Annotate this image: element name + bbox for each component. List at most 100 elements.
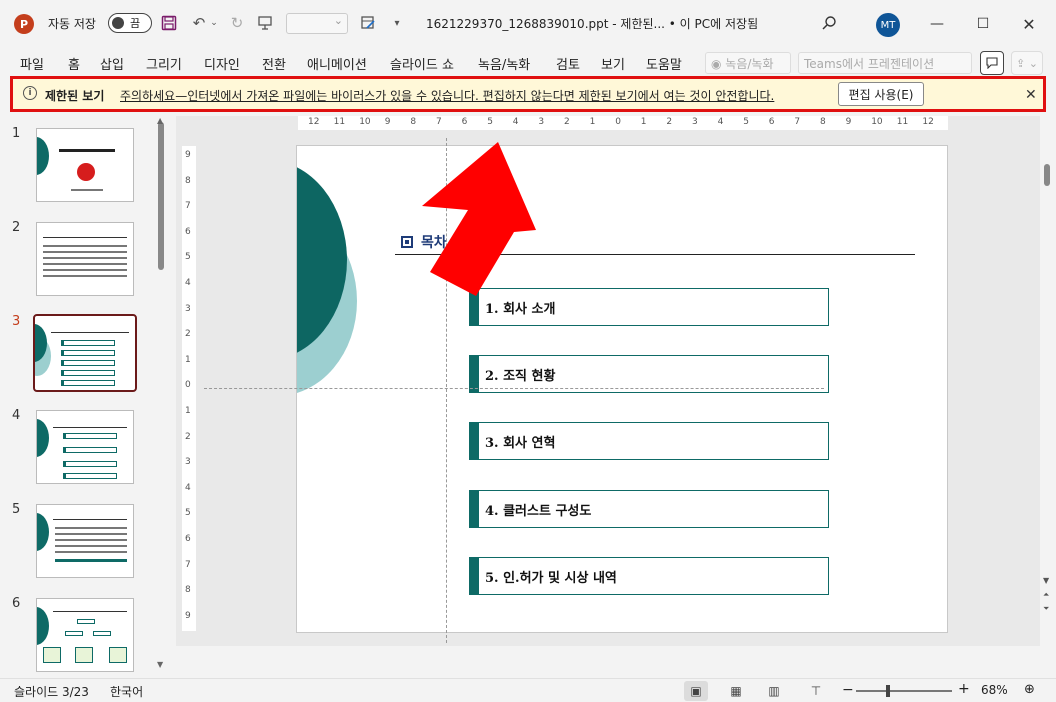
ruler-label: 9 [384,117,391,127]
thumb-text [43,251,127,253]
ruler-label: 12 [308,117,320,127]
minimize-icon[interactable]: — [922,10,952,38]
toc-item[interactable]: 4. 클러스트 구성도 [469,490,829,528]
thumb-text [55,559,127,562]
draw-table-icon[interactable] [357,12,379,34]
maximize-icon[interactable]: ☐ [968,10,998,38]
slide-thumbnail-1[interactable] [36,128,134,202]
thumb-box [61,350,115,356]
thumb-number: 5 [12,502,21,517]
customize-toolbar-icon[interactable]: ▾ [386,12,408,34]
scroll-down-icon[interactable]: ▼ [157,660,163,669]
toc-item[interactable]: 1. 회사 소개 [469,288,829,326]
slide-sorter-icon[interactable]: ▦ [724,681,748,701]
zoom-out-icon[interactable]: − [842,682,854,698]
horizontal-guide [204,388,824,389]
comment-icon[interactable] [980,51,1004,75]
present-in-teams-button[interactable]: Teams에서 프레젠테이션 [798,52,972,74]
protected-view-message[interactable]: 주의하세요—인터넷에서 가져온 파일에는 바이러스가 있을 수 있습니다. 편집… [120,87,774,104]
slide-thumbnail-pane: 1 2 3 4 5 6 ▲ ▼ [0,116,172,678]
document-title: 1621229370_1268839010.ppt - 제한된... • 이 P… [426,17,759,31]
save-icon[interactable] [158,12,180,34]
slide-counter: 슬라이드 3/23 [14,685,89,699]
scrollbar-thumb[interactable] [1044,164,1050,186]
thumb-box [63,433,117,439]
ruler-label: 7 [436,117,442,127]
tab-slideshow[interactable]: 슬라이드 쇼 [390,54,454,73]
ruler-label: 1 [185,354,191,365]
tab-review[interactable]: 검토 [556,54,580,73]
font-size-box[interactable] [286,13,348,34]
ruler-label: 5 [487,117,493,127]
thumb-text [43,257,127,259]
vertical-scrollbar[interactable]: ▼ ⏶ ⏷ [1040,116,1056,646]
slide-thumbnail-4[interactable] [36,410,134,484]
thumb-box [61,380,115,386]
thumb-box [75,647,93,663]
share-icon[interactable]: ⇪ ⌄ [1011,51,1043,75]
ruler-label: 6 [185,226,191,237]
scroll-down-icon[interactable]: ▼ [1043,576,1049,585]
close-window-icon[interactable]: ✕ [1014,10,1044,38]
tab-draw[interactable]: 그리기 [146,54,182,73]
language-indicator[interactable]: 한국어 [110,683,143,700]
zoom-level[interactable]: 68% [981,683,1008,697]
tab-design[interactable]: 디자인 [204,54,240,73]
thumb-text [43,263,127,265]
autosave-toggle[interactable]: 끔 [108,13,152,33]
ruler-label: 6 [768,117,775,127]
ruler-label: 5 [743,117,749,127]
toc-item[interactable]: 5. 인.허가 및 시상 내역 [469,557,829,595]
ruler-label: 8 [185,585,191,596]
slide-thumbnail-5[interactable] [36,504,134,578]
normal-view-icon[interactable]: ▣ [684,681,708,701]
tab-transitions[interactable]: 전환 [262,54,286,73]
zoom-slider-knob[interactable] [886,685,890,697]
shield-info-icon: i [23,86,37,100]
thumb-text [55,527,127,529]
slideshow-icon[interactable]: ⊤ [804,681,828,701]
reading-view-icon[interactable]: ▥ [762,681,786,701]
previous-slide-icon[interactable]: ⏶ [1043,590,1049,600]
slide-thumbnail-2[interactable] [36,222,134,296]
tab-home[interactable]: 홈 [68,54,80,73]
search-icon[interactable] [818,12,840,34]
slide-canvas[interactable]: 목차 1. 회사 소개 2. 조직 현황 3. 회사 연혁 4. 클러스트 구성… [296,145,948,633]
thumb-box [63,461,117,467]
thumb-box [43,647,61,663]
zoom-in-icon[interactable]: + [958,681,970,697]
thumb-box [61,360,115,366]
ruler-label: 3 [185,457,191,468]
zoom-slider[interactable] [856,690,952,692]
ruler-label: 4 [185,482,191,493]
tab-animations[interactable]: 애니메이션 [307,54,367,73]
enable-editing-button[interactable]: 편집 사용(E) [838,82,924,106]
slide-thumbnail-3[interactable] [33,314,137,392]
autosave-label: 자동 저장 [48,17,96,31]
undo-icon[interactable]: ↶ [188,12,210,34]
toc-item[interactable]: 3. 회사 연혁 [469,422,829,460]
next-slide-icon[interactable]: ⏷ [1043,604,1049,614]
ruler-label: 2 [185,329,191,340]
tab-recording[interactable]: 녹음/녹화 [478,54,530,73]
tab-help[interactable]: 도움말 [646,54,682,73]
slide-thumbnail-6[interactable] [36,598,134,672]
tab-insert[interactable]: 삽입 [100,54,124,73]
ruler-label: 3 [538,117,545,127]
ruler-label: 9 [185,610,191,621]
thumb-box [65,631,83,636]
ruler-label: 6 [185,534,191,544]
redo-icon[interactable]: ↻ [226,12,248,34]
close-protected-bar-icon[interactable]: ✕ [1025,87,1037,103]
scroll-up-icon[interactable]: ▲ [157,116,163,125]
ruler-label: 2 [185,431,191,442]
fit-to-window-icon[interactable]: ⊕ [1024,682,1035,697]
present-from-start-icon[interactable] [254,12,276,34]
user-avatar[interactable]: MT [876,13,900,37]
thumbnail-scrollbar[interactable] [158,122,164,270]
undo-dropdown-icon[interactable]: ⌄ [209,12,219,34]
tab-view[interactable]: 보기 [601,54,625,73]
ribbon-tabs: 파일 홈 삽입 그리기 디자인 전환 애니메이션 슬라이드 쇼 녹음/녹화 검토… [0,50,1056,76]
tab-file[interactable]: 파일 [20,54,44,73]
record-button[interactable]: ◉ 녹음/녹화 [705,52,791,74]
